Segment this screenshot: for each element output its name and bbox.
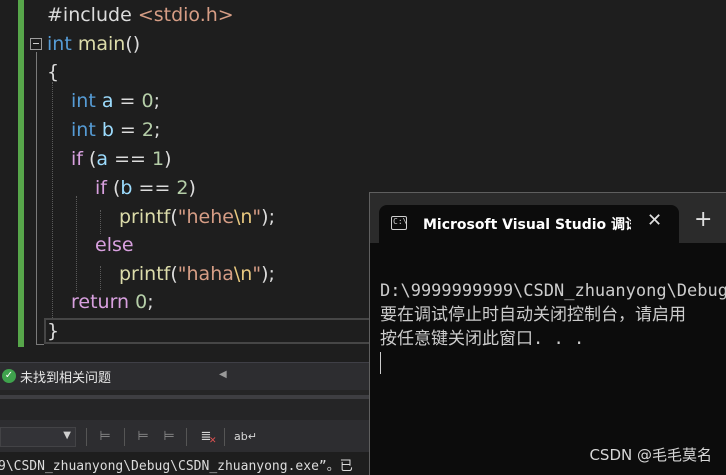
console-line: D:\9999999999\CSDN_zhuanyong\Debug\CSDN_… xyxy=(380,281,726,301)
output-toolbar: ▼ ⊨ ⊨ ⊨ ≣ ✕ ab↵ xyxy=(0,420,370,452)
code-token: 1 xyxy=(152,148,165,170)
fold-region-line xyxy=(36,52,37,345)
code-token: #include xyxy=(47,4,138,26)
code-token: == xyxy=(132,177,177,199)
toolbar-divider xyxy=(186,428,187,446)
align-center-icon[interactable]: ⊨ xyxy=(134,428,152,446)
toolbar-divider xyxy=(224,428,225,446)
output-source-select[interactable]: ▼ xyxy=(0,427,76,447)
code-token: int xyxy=(71,90,96,112)
code-line-close-brace[interactable]: } xyxy=(47,317,59,345)
code-token: ( xyxy=(106,177,121,199)
code-token: if xyxy=(95,177,107,199)
code-token: 2 xyxy=(141,119,154,141)
code-token: int xyxy=(47,33,72,55)
code-line-include[interactable]: #include <stdio.h> xyxy=(47,1,234,29)
change-tracking-bar xyxy=(18,0,24,347)
toolbar-divider xyxy=(86,428,87,446)
csdn-watermark: CSDN @毛毛莫名 xyxy=(589,446,712,464)
horizontal-scrollbar[interactable] xyxy=(0,395,370,399)
code-token: ( xyxy=(170,263,178,285)
code-token: ; xyxy=(147,291,154,313)
console-tab[interactable]: C:\ Microsoft Visual Studio 调试控制台 ✕ xyxy=(379,205,679,243)
code-token: 0 xyxy=(135,291,148,313)
fold-region-end xyxy=(36,344,44,345)
word-wrap-icon[interactable]: ab↵ xyxy=(234,428,257,446)
code-token: 0 xyxy=(141,90,154,112)
code-token: == xyxy=(108,148,152,170)
code-token: printf xyxy=(119,263,171,285)
code-token: { xyxy=(47,61,60,83)
console-line: 按任意键关闭此窗口. . . xyxy=(380,329,585,349)
code-token: "haha xyxy=(177,263,234,285)
console-icon: C:\ xyxy=(391,216,407,230)
code-token: b xyxy=(120,177,133,199)
code-token: a xyxy=(96,148,109,170)
console-line: 要在调试停止时自动关闭控制台，请启用 xyxy=(380,305,686,325)
code-token: else xyxy=(95,234,134,256)
code-line-int-b[interactable]: int b = 2; xyxy=(71,116,160,144)
code-token: \n xyxy=(233,206,253,228)
code-line-int-a[interactable]: int a = 0; xyxy=(71,87,160,115)
output-pane[interactable]: 9\CSDN_zhuanyong\Debug\CSDN_zhuanyong.ex… xyxy=(0,452,370,475)
indent-guide xyxy=(76,196,77,292)
code-token: ( xyxy=(170,206,178,228)
code-token: " xyxy=(252,263,262,285)
debug-console-window[interactable]: C:\ Microsoft Visual Studio 调试控制台 ✕ + D:… xyxy=(369,192,726,475)
indent-guide xyxy=(100,266,101,290)
code-token: 2 xyxy=(176,177,189,199)
console-titlebar[interactable]: C:\ Microsoft Visual Studio 调试控制台 ✕ + xyxy=(370,193,726,243)
code-token: ) xyxy=(164,148,172,170)
code-line-printf-haha[interactable]: printf("haha\n"); xyxy=(119,260,275,288)
code-token: return xyxy=(71,291,130,313)
code-token: int xyxy=(71,119,96,141)
code-token: ); xyxy=(261,206,275,228)
chevron-down-icon: ▼ xyxy=(63,430,71,441)
code-line-open-brace[interactable]: { xyxy=(47,58,59,86)
code-token: } xyxy=(47,320,60,342)
scroll-left-arrow-icon[interactable]: ◀ xyxy=(219,369,227,380)
new-tab-plus-icon[interactable]: + xyxy=(694,209,712,231)
code-token: ) xyxy=(188,177,196,199)
no-issues-text: 未找到相关问题 xyxy=(20,371,112,386)
code-token: () xyxy=(125,33,141,55)
close-tab-icon[interactable]: ✕ xyxy=(647,210,662,231)
code-line-if-b[interactable]: if (b == 2) xyxy=(95,174,196,202)
align-right-icon[interactable]: ⊨ xyxy=(160,428,178,446)
code-line-main[interactable]: int main() xyxy=(47,30,140,58)
code-token: if xyxy=(71,148,83,170)
indent-guide xyxy=(52,82,53,320)
code-token: "hehe xyxy=(177,206,234,228)
check-circle-icon: ✓ xyxy=(2,369,16,383)
output-text-line: 9\CSDN_zhuanyong\Debug\CSDN_zhuanyong.ex… xyxy=(0,459,353,474)
code-token: \n xyxy=(233,263,253,285)
toolbar-divider xyxy=(124,428,125,446)
code-token: b xyxy=(101,119,114,141)
code-line-return[interactable]: return 0; xyxy=(71,288,154,316)
code-token: ); xyxy=(261,263,275,285)
code-token: = xyxy=(113,119,142,141)
code-token: a xyxy=(101,90,114,112)
current-line-highlight xyxy=(44,318,374,344)
code-line-else[interactable]: else xyxy=(95,231,134,259)
code-token: ; xyxy=(153,119,161,141)
clear-all-icon[interactable]: ≣ ✕ xyxy=(197,428,217,446)
align-left-icon[interactable]: ⊨ xyxy=(96,428,114,446)
panel-area xyxy=(0,390,370,420)
code-line-printf-hehe[interactable]: printf("hehe\n"); xyxy=(119,203,275,231)
error-list-status: ✓ 未找到相关问题 ◀ xyxy=(0,362,370,390)
text-cursor xyxy=(380,352,381,374)
code-token: main xyxy=(77,33,126,55)
console-output[interactable]: D:\9999999999\CSDN_zhuanyong\Debug\CSDN_… xyxy=(380,279,726,374)
code-token: ( xyxy=(82,148,97,170)
code-line-if-a[interactable]: if (a == 1) xyxy=(71,145,172,173)
code-token: <stdio.h> xyxy=(137,4,234,26)
code-token: = xyxy=(113,90,142,112)
code-token: ; xyxy=(153,90,160,112)
console-tab-title: Microsoft Visual Studio 调试控制台 xyxy=(423,217,631,233)
code-token: printf xyxy=(119,206,171,228)
collapse-main-icon[interactable] xyxy=(30,38,42,50)
code-token: " xyxy=(252,206,262,228)
